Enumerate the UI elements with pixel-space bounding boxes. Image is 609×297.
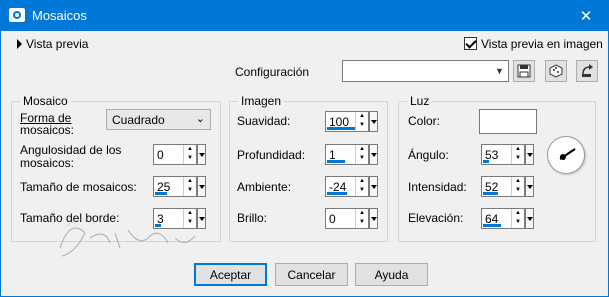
- reset-icon: [582, 64, 593, 77]
- ambiente-spinner[interactable]: -24 ▲ ▼: [325, 176, 378, 197]
- randomize-icon: [549, 64, 563, 78]
- luz-group-title: Luz: [407, 94, 433, 108]
- angulo-label: Ángulo:: [408, 148, 449, 162]
- spinner-menu-button[interactable]: [369, 208, 378, 229]
- save-preset-button[interactable]: [513, 60, 535, 82]
- profundidad-label: Profundidad:: [237, 148, 306, 162]
- mosaico-group-title: Mosaico: [20, 94, 71, 108]
- spinner-menu-button[interactable]: [369, 176, 378, 197]
- ambiente-label: Ambiente:: [237, 180, 292, 194]
- imagen-group-title: Imagen: [238, 94, 285, 108]
- value-bar: [327, 127, 355, 130]
- angle-dial[interactable]: [547, 136, 585, 174]
- value-bar: [155, 192, 167, 195]
- value-bar: [327, 192, 347, 195]
- chevron-down-icon[interactable]: ▼: [491, 61, 508, 81]
- reset-button[interactable]: [576, 60, 598, 82]
- spinner-menu-button[interactable]: [525, 144, 534, 165]
- expand-triangle-icon[interactable]: [17, 39, 22, 49]
- save-icon: [517, 64, 531, 78]
- signature-watermark: [59, 218, 196, 257]
- preview-checkbox[interactable]: [464, 37, 477, 50]
- help-button[interactable]: Ayuda: [355, 263, 428, 286]
- intensidad-label: Intensidad:: [408, 180, 467, 194]
- window-title: Mosaicos: [32, 8, 87, 23]
- angulosidad-label-line2: mosaicos:: [20, 156, 75, 170]
- title-bar: Mosaicos ✕: [0, 0, 609, 31]
- light-color-swatch[interactable]: [479, 109, 537, 134]
- config-combo[interactable]: ▼: [342, 60, 509, 82]
- suavidad-label: Suavidad:: [237, 114, 291, 128]
- tamano-mosaicos-label: Tamaño de mosaicos:: [20, 180, 137, 194]
- suavidad-spinner[interactable]: 100 ▲ ▼: [325, 111, 378, 132]
- brillo-value: 0: [329, 212, 336, 226]
- profundidad-spinner[interactable]: 1 ▲ ▼: [325, 144, 378, 165]
- forma-value: Cuadrado: [112, 113, 165, 127]
- elevacion-spinner[interactable]: 64 ▲ ▼: [481, 208, 534, 229]
- elevacion-label: Elevación:: [408, 211, 464, 225]
- angulo-spinner[interactable]: 53 ▲ ▼: [481, 144, 534, 165]
- tamano-mosaicos-spinner[interactable]: 25 ▲ ▼: [153, 176, 206, 197]
- value-bar: [483, 160, 489, 163]
- spin-arrows-icon[interactable]: ▲ ▼: [183, 145, 196, 164]
- value-bar: [483, 224, 501, 227]
- spin-arrows-icon[interactable]: ▲ ▼: [355, 177, 368, 196]
- spin-arrows-icon[interactable]: ▲ ▼: [355, 209, 368, 228]
- spinner-menu-button[interactable]: [525, 176, 534, 197]
- spin-arrows-icon[interactable]: ▲ ▼: [511, 209, 524, 228]
- forma-label-line2: mosaicos:: [20, 123, 75, 137]
- randomize-button[interactable]: [545, 60, 567, 82]
- forma-dropdown[interactable]: Cuadrado ⌄: [106, 109, 211, 130]
- spinner-menu-button[interactable]: [197, 144, 206, 165]
- spinner-menu-button[interactable]: [369, 111, 378, 132]
- spin-arrows-icon[interactable]: ▲ ▼: [355, 112, 368, 131]
- spinner-menu-button[interactable]: [369, 144, 378, 165]
- chevron-down-icon: ⌄: [195, 113, 205, 125]
- brillo-label: Brillo:: [237, 211, 268, 225]
- spinner-menu-button[interactable]: [197, 176, 206, 197]
- angle-pointer-icon: [559, 148, 576, 160]
- config-label: Configuración: [235, 65, 310, 79]
- angulosidad-spinner[interactable]: 0 ▲ ▼: [153, 144, 206, 165]
- preview-checkbox-label[interactable]: Vista previa en imagen: [481, 37, 603, 51]
- spin-arrows-icon[interactable]: ▲ ▼: [183, 177, 196, 196]
- intensidad-spinner[interactable]: 52 ▲ ▼: [481, 176, 534, 197]
- spin-arrows-icon[interactable]: ▲ ▼: [511, 145, 524, 164]
- spin-arrows-icon[interactable]: ▲ ▼: [511, 177, 524, 196]
- color-label: Color:: [408, 114, 441, 128]
- accept-button[interactable]: Aceptar: [194, 263, 267, 286]
- spin-arrows-icon[interactable]: ▲ ▼: [355, 145, 368, 164]
- cancel-button[interactable]: Cancelar: [275, 263, 348, 286]
- value-bar: [483, 192, 498, 195]
- value-bar: [327, 160, 345, 163]
- close-button[interactable]: ✕: [563, 0, 609, 31]
- angulosidad-value: 0: [157, 148, 164, 162]
- angulosidad-label-line1: Angulosidad de los: [20, 143, 122, 157]
- spinner-menu-button[interactable]: [525, 208, 534, 229]
- preview-toggle-label[interactable]: Vista previa: [26, 37, 88, 51]
- brillo-spinner[interactable]: 0 ▲ ▼: [325, 208, 378, 229]
- camera-icon: [9, 8, 25, 22]
